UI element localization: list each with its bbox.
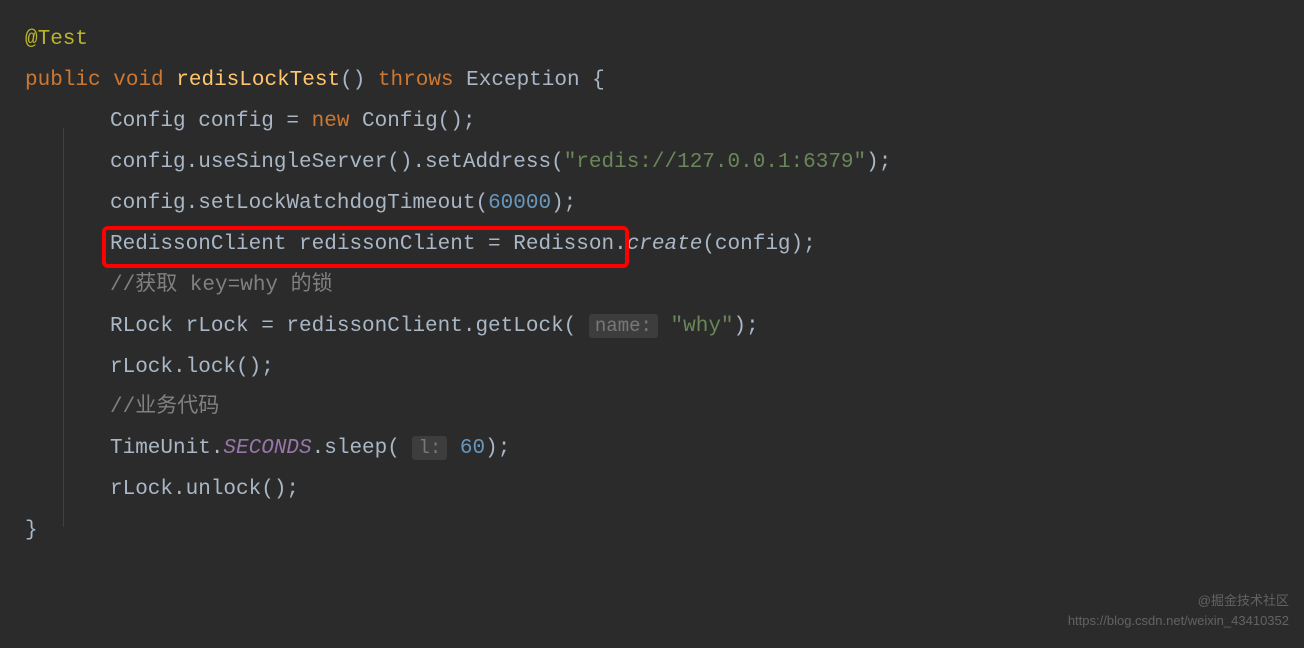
rlock-decl: RLock rLock = redissonClient.getLock( — [110, 315, 589, 338]
lock-key: "why" — [671, 315, 734, 338]
line6-end: (config); — [702, 233, 815, 256]
code-line-6: RedissonClient redissonClient = Redisson… — [25, 225, 1279, 266]
param-hint-name: name: — [589, 314, 658, 338]
code-line-7: //获取 key=why 的锁 — [25, 266, 1279, 307]
sleep-duration: 60 — [460, 437, 485, 460]
keyword-void: void — [113, 69, 163, 92]
seconds-const: SECONDS — [223, 437, 311, 460]
space2 — [447, 437, 460, 460]
line4-end: ); — [866, 151, 891, 174]
space — [658, 315, 671, 338]
create-method: create — [627, 233, 703, 256]
redis-url: "redis://127.0.0.1:6379" — [564, 151, 866, 174]
code-line-11: TimeUnit.SECONDS.sleep( l: 60); — [25, 429, 1279, 470]
config-decl: Config config = — [110, 110, 312, 133]
code-line-10: //业务代码 — [25, 388, 1279, 429]
comment-getlock: //获取 key=why 的锁 — [110, 274, 333, 297]
code-line-12: rLock.unlock(); — [25, 470, 1279, 511]
lock-call: rLock.lock(); — [110, 356, 274, 379]
timeunit: TimeUnit. — [110, 437, 223, 460]
unlock-call: rLock.unlock(); — [110, 478, 299, 501]
code-editor: @Test public void redisLockTest() throws… — [25, 20, 1279, 552]
parens: () — [340, 69, 365, 92]
line11-end: ); — [485, 437, 510, 460]
code-line-8: RLock rLock = redissonClient.getLock( na… — [25, 307, 1279, 348]
close-brace: } — [25, 519, 38, 542]
redisson-client: RedissonClient redissonClient = Redisson… — [110, 233, 627, 256]
config-suffix: Config(); — [349, 110, 475, 133]
set-address: config.useSingleServer().setAddress( — [110, 151, 564, 174]
watchdog-call: config.setLockWatchdogTimeout( — [110, 192, 488, 215]
line5-end: ); — [551, 192, 576, 215]
keyword-public: public — [25, 69, 101, 92]
param-hint-l: l: — [412, 436, 447, 460]
annotation-test: @Test — [25, 28, 88, 51]
timeout-value: 60000 — [488, 192, 551, 215]
exception: Exception { — [466, 69, 605, 92]
code-line-4: config.useSingleServer().setAddress("red… — [25, 143, 1279, 184]
keyword-new: new — [312, 110, 350, 133]
code-line-1: @Test — [25, 20, 1279, 61]
method-name: redisLockTest — [176, 69, 340, 92]
sleep-call: .sleep( — [312, 437, 413, 460]
code-line-5: config.setLockWatchdogTimeout(60000); — [25, 184, 1279, 225]
code-line-9: rLock.lock(); — [25, 348, 1279, 389]
comment-business: //业务代码 — [110, 396, 219, 419]
code-line-2: public void redisLockTest() throws Excep… — [25, 61, 1279, 102]
watermark-csdn: https://blog.csdn.net/weixin_43410352 — [1068, 608, 1289, 633]
code-line-3: Config config = new Config(); — [25, 102, 1279, 143]
code-line-13: } — [25, 511, 1279, 552]
keyword-throws: throws — [378, 69, 454, 92]
line8-end: ); — [734, 315, 759, 338]
